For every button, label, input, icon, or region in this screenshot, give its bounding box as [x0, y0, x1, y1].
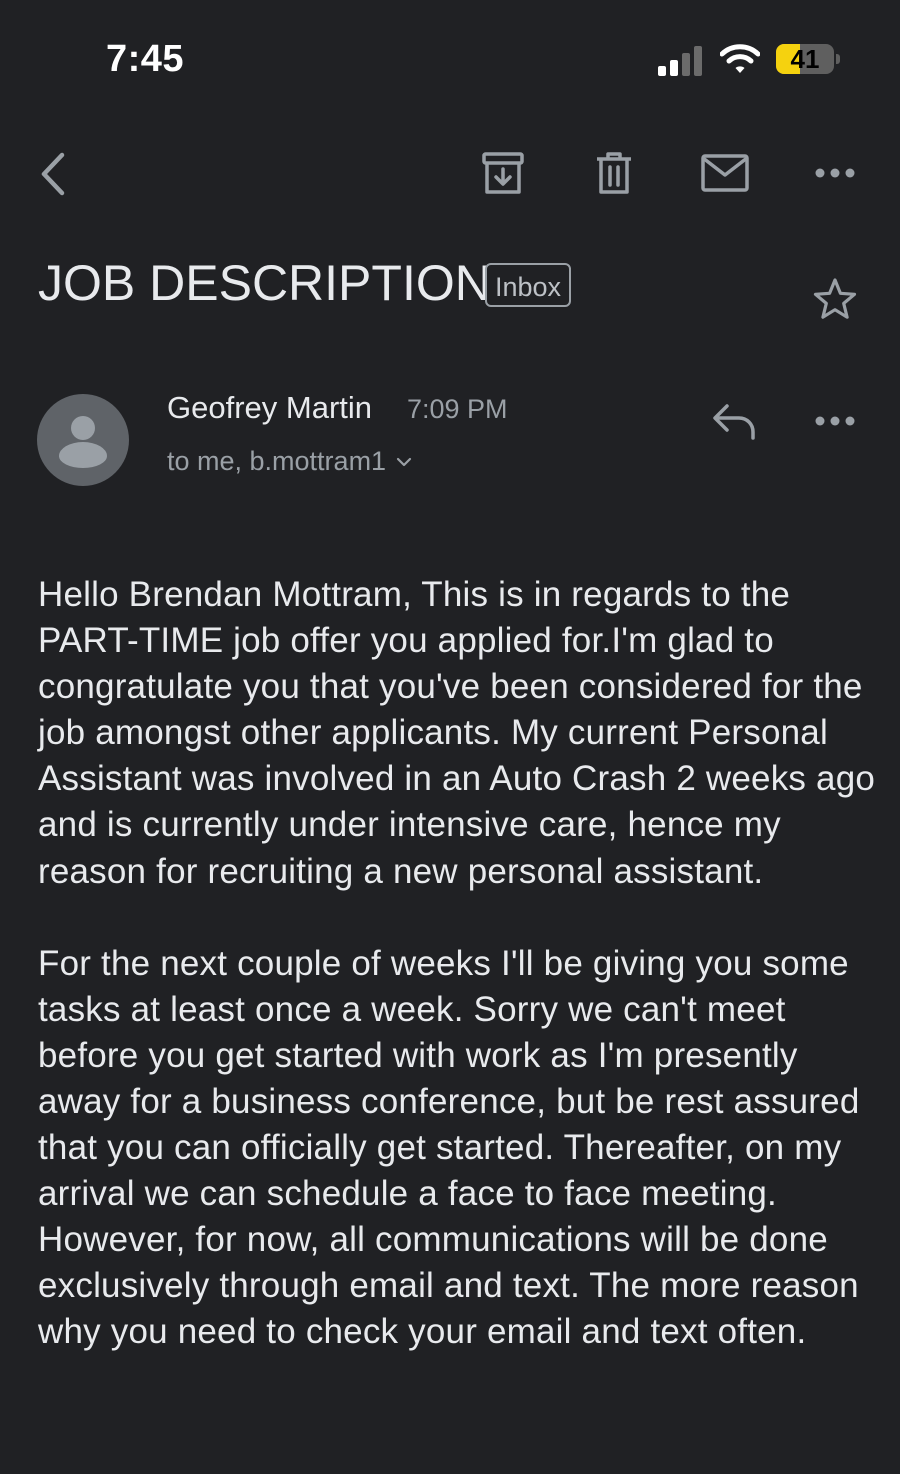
reply-button[interactable] [708, 398, 760, 444]
battery-icon: 41 [776, 44, 842, 76]
person-icon [59, 416, 107, 468]
email-subject: JOB DESCRIPTION [38, 255, 491, 311]
star-icon [813, 278, 857, 319]
back-button[interactable] [30, 148, 76, 200]
reply-icon [713, 404, 755, 440]
star-button[interactable] [810, 274, 860, 324]
delete-button[interactable] [590, 148, 638, 198]
inbox-label-badge[interactable]: Inbox [485, 263, 572, 307]
battery-level: 41 [790, 44, 820, 74]
mark-unread-button[interactable] [698, 150, 752, 196]
status-time: 7:45 [106, 38, 185, 80]
archive-icon [482, 152, 524, 194]
email-body: Hello Brendan Mottram, This is in regard… [38, 572, 880, 1402]
body-paragraph: Hello Brendan Mottram, This is in regard… [38, 575, 876, 891]
sender-name[interactable]: Geofrey Martin [167, 390, 372, 426]
recipients-text: to me, b.mottram1 [167, 446, 387, 476]
cellular-signal-icon [658, 44, 706, 76]
more-horizontal-icon [815, 416, 855, 426]
chevron-left-icon [41, 152, 65, 196]
sent-time: 7:09 PM [407, 394, 508, 424]
body-paragraph: For the next couple of weeks I'll be giv… [38, 943, 860, 1352]
message-more-button[interactable] [812, 406, 858, 436]
more-horizontal-icon [815, 168, 855, 178]
chevron-down-icon [396, 457, 412, 466]
trash-icon [597, 152, 631, 194]
recipients-toggle[interactable]: to me, b.mottram1 [167, 446, 412, 477]
archive-button[interactable] [478, 148, 528, 198]
sender-avatar[interactable] [37, 394, 129, 486]
wifi-icon [719, 42, 761, 76]
more-options-button[interactable] [812, 158, 858, 188]
mail-icon [701, 154, 749, 192]
